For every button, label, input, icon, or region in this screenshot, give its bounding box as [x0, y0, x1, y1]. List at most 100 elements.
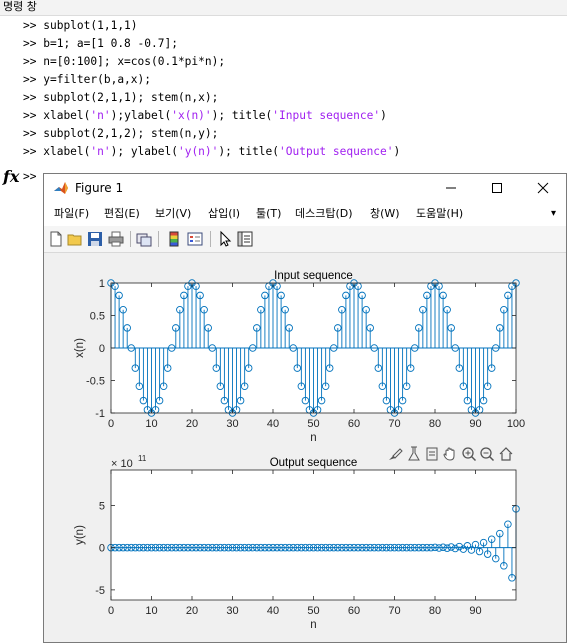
export-icon[interactable]: [424, 446, 440, 462]
command-text: y=filter(b,a,x);: [43, 73, 152, 86]
property-inspector-icon[interactable]: [236, 230, 254, 248]
x-tick-label: 30: [226, 605, 238, 617]
command-line[interactable]: >> y=filter(b,a,x);: [23, 71, 151, 89]
command-prompt: >>: [23, 127, 37, 140]
edit-plot-icon[interactable]: [216, 230, 234, 248]
string-literal: 'n': [90, 109, 111, 122]
figure-toolbar: [44, 226, 566, 253]
x-axis-label: n: [310, 619, 316, 631]
x-tick-label: 70: [388, 605, 400, 617]
string-literal: 'x(n)': [171, 109, 212, 122]
zoom-out-icon[interactable]: [479, 446, 495, 462]
y-axis-label: y(n): [74, 525, 86, 545]
command-text: subplot(1,1,1): [43, 19, 138, 32]
axes-background: [111, 470, 516, 600]
new-figure-icon[interactable]: [47, 230, 65, 248]
command-text: ); ylabel(: [110, 145, 178, 158]
command-line[interactable]: >> subplot(2,1,2); stem(n,y);: [23, 125, 218, 143]
command-prompt: >>: [23, 73, 37, 86]
command-line[interactable]: >> n=[0:100]; x=cos(0.1*pi*n);: [23, 53, 225, 71]
menu-view[interactable]: 보기(V): [155, 207, 191, 221]
link-plot-icon[interactable]: [135, 230, 153, 248]
figure-window[interactable]: Figure 1 파일(F) 편집(E) 보기(V) 삽입(I) 툴(T) 데스…: [43, 173, 567, 643]
toolbar-separator: [210, 231, 211, 247]
fx-icon[interactable]: fx: [3, 167, 19, 186]
minimize-button[interactable]: [428, 174, 474, 202]
y-tick-label: -0.5: [86, 376, 105, 388]
command-text: );ylabel(: [110, 109, 172, 122]
home-icon[interactable]: [498, 446, 514, 462]
menu-edit[interactable]: 편집(E): [104, 207, 140, 221]
toolbar-separator: [158, 231, 159, 247]
string-literal: 'Output sequence': [279, 145, 394, 158]
x-tick-label: 10: [145, 418, 157, 430]
toolbar-separator: [130, 231, 131, 247]
x-tick-label: 10: [145, 605, 157, 617]
command-prompt: >>: [23, 19, 37, 32]
command-text: ); title(: [211, 109, 273, 122]
y-tick-label: 0.5: [90, 311, 105, 323]
command-line[interactable]: >> subplot(2,1,1); stem(n,x);: [23, 89, 218, 107]
x-tick-label: 100: [507, 418, 525, 430]
x-tick-label: 0: [108, 418, 114, 430]
y-exponent-label: × 10: [111, 458, 133, 470]
command-line[interactable]: >> xlabel('n');ylabel('x(n)'); title('In…: [23, 107, 387, 125]
x-tick-label: 80: [429, 418, 441, 430]
command-line[interactable]: >> subplot(1,1,1): [23, 17, 138, 35]
y-axis-label: x(n): [74, 338, 86, 358]
maximize-icon: [492, 183, 502, 193]
command-prompt: >>: [23, 109, 37, 122]
menu-tools[interactable]: 툴(T): [256, 207, 281, 221]
maximize-button[interactable]: [474, 174, 520, 202]
insert-legend-icon[interactable]: [186, 230, 204, 248]
print-icon[interactable]: [107, 230, 125, 248]
brush-icon[interactable]: [387, 446, 403, 462]
command-text: b=1; a=[1 0.8 -0.7];: [43, 37, 178, 50]
x-tick-label: 20: [186, 418, 198, 430]
command-text: n=[0:100]; x=cos(0.1*pi*n);: [43, 55, 226, 68]
y-exponent-power: 11: [138, 454, 147, 463]
command-prompt[interactable]: >>: [23, 170, 36, 183]
zoom-in-icon[interactable]: [461, 446, 477, 462]
y-tick-label: 5: [99, 500, 105, 512]
close-button[interactable]: [520, 174, 566, 202]
menu-help[interactable]: 도움말(H): [416, 207, 463, 221]
menu-insert[interactable]: 삽입(I): [208, 207, 240, 221]
command-text: ): [380, 109, 387, 122]
x-axis-label: n: [310, 432, 316, 444]
command-window-title: 명령 창: [0, 0, 567, 16]
x-tick-label: 0: [108, 605, 114, 617]
command-prompt: >>: [23, 37, 37, 50]
menu-window[interactable]: 창(W): [370, 207, 400, 221]
x-tick-label: 40: [267, 605, 279, 617]
command-text: subplot(2,1,2); stem(n,y);: [43, 127, 219, 140]
y-tick-label: -5: [95, 585, 105, 597]
figure-titlebar[interactable]: Figure 1: [44, 174, 566, 202]
x-tick-label: 50: [307, 418, 319, 430]
y-tick-label: -1: [95, 408, 105, 420]
chart-title: Input sequence: [274, 270, 353, 282]
menu-overflow-icon[interactable]: ▾: [551, 208, 556, 219]
x-tick-label: 50: [307, 605, 319, 617]
insert-colorbar-icon[interactable]: [165, 230, 183, 248]
open-file-icon[interactable]: [66, 230, 84, 248]
command-line[interactable]: >> b=1; a=[1 0.8 -0.7];: [23, 35, 178, 53]
figure-title: Figure 1: [75, 181, 124, 195]
save-icon[interactable]: [86, 230, 104, 248]
x-tick-label: 20: [186, 605, 198, 617]
data-tips-icon[interactable]: [406, 446, 422, 462]
command-text: subplot(2,1,1); stem(n,x);: [43, 91, 219, 104]
command-prompt: >>: [23, 145, 37, 158]
y-tick-label: 0: [99, 343, 105, 355]
y-tick-label: 0: [99, 543, 105, 555]
y-tick-label: 1: [99, 278, 105, 290]
x-tick-label: 40: [267, 418, 279, 430]
command-text: ): [393, 145, 401, 158]
pan-icon[interactable]: [442, 446, 458, 462]
x-tick-label: 60: [348, 418, 360, 430]
command-line[interactable]: >> xlabel('n'); ylabel('y(n)'); title('O…: [23, 143, 400, 161]
menu-file[interactable]: 파일(F): [54, 207, 89, 221]
string-literal: 'y(n)': [177, 145, 219, 158]
menu-desktop[interactable]: 데스크탑(D): [295, 207, 353, 221]
x-tick-label: 80: [429, 605, 441, 617]
